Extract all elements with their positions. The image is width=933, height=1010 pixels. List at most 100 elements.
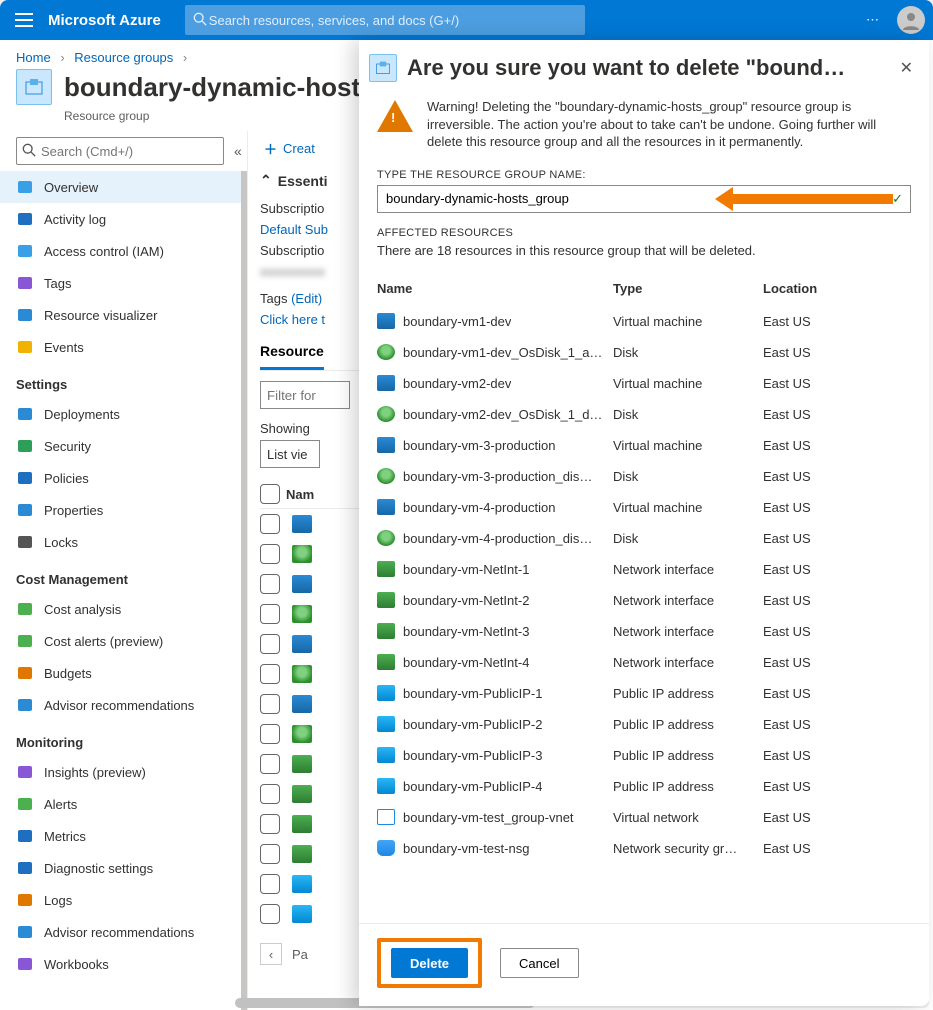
row-checkbox[interactable] — [260, 664, 280, 684]
nav-item-tags[interactable]: Tags — [0, 267, 241, 299]
breadcrumb-rg[interactable]: Resource groups — [74, 50, 173, 65]
row-checkbox[interactable] — [260, 724, 280, 744]
affected-row[interactable]: boundary-vm-PublicIP-2 Public IP address… — [377, 709, 911, 740]
affected-row[interactable]: boundary-vm1-dev Virtual machine East US — [377, 306, 911, 337]
resource-name: boundary-vm-NetInt-3 — [403, 624, 529, 639]
affected-row[interactable]: boundary-vm-PublicIP-3 Public IP address… — [377, 740, 911, 771]
row-checkbox[interactable] — [260, 814, 280, 834]
nav-item-metrics[interactable]: Metrics — [0, 820, 241, 852]
resource-location: East US — [763, 810, 863, 825]
nav-item-cost-alerts-preview-[interactable]: Cost alerts (preview) — [0, 625, 241, 657]
nav-item-diagnostic-settings[interactable]: Diagnostic settings — [0, 852, 241, 884]
column-name[interactable]: Name — [377, 281, 613, 296]
nav-item-properties[interactable]: Properties — [0, 494, 241, 526]
close-icon[interactable]: ✕ — [900, 58, 913, 78]
row-checkbox[interactable] — [260, 634, 280, 654]
net-icon — [377, 654, 395, 670]
breadcrumb-home[interactable]: Home — [16, 50, 51, 65]
tab-resources[interactable]: Resource — [260, 337, 324, 370]
nav-item-advisor-recommendations[interactable]: Advisor recommendations — [0, 916, 241, 948]
row-checkbox[interactable] — [260, 544, 280, 564]
collapse-nav-icon[interactable]: « — [234, 143, 242, 159]
nav-item-locks[interactable]: Locks — [0, 526, 241, 558]
nav-item-workbooks[interactable]: Workbooks — [0, 948, 241, 980]
row-checkbox[interactable] — [260, 574, 280, 594]
nav-item-label: Alerts — [44, 797, 77, 812]
confirm-name-input[interactable] — [377, 185, 911, 213]
nav-item-label: Insights (preview) — [44, 765, 146, 780]
more-icon[interactable]: ⋯ — [866, 12, 881, 28]
resource-name: boundary-vm2-dev — [403, 376, 511, 391]
resource-location: East US — [763, 748, 863, 763]
subscription-link[interactable]: Default Sub — [260, 222, 328, 237]
affected-row[interactable]: boundary-vm-3-production_dis… Disk East … — [377, 461, 911, 492]
affected-row[interactable]: boundary-vm2-dev_OsDisk_1_d… Disk East U… — [377, 399, 911, 430]
avatar[interactable] — [897, 6, 925, 34]
resource-location: East US — [763, 376, 863, 391]
hamburger-icon[interactable] — [8, 13, 40, 27]
resource-type: Virtual machine — [613, 314, 763, 329]
nav-item-alerts[interactable]: Alerts — [0, 788, 241, 820]
nav-item-cost-analysis[interactable]: Cost analysis — [0, 593, 241, 625]
affected-row[interactable]: boundary-vm-4-production_dis… Disk East … — [377, 523, 911, 554]
affected-row[interactable]: boundary-vm2-dev Virtual machine East US — [377, 368, 911, 399]
shield-icon — [16, 438, 34, 454]
nav-item-security[interactable]: Security — [0, 430, 241, 462]
row-checkbox[interactable] — [260, 514, 280, 534]
row-checkbox[interactable] — [260, 604, 280, 624]
nav-item-deployments[interactable]: Deployments — [0, 398, 241, 430]
row-checkbox[interactable] — [260, 904, 280, 924]
resource-name: boundary-vm-PublicIP-1 — [403, 686, 542, 701]
affected-row[interactable]: boundary-vm-NetInt-1 Network interface E… — [377, 554, 911, 585]
nav-item-overview[interactable]: Overview — [0, 171, 241, 203]
row-checkbox[interactable] — [260, 754, 280, 774]
nav-item-insights-preview-[interactable]: Insights (preview) — [0, 756, 241, 788]
affected-row[interactable]: boundary-vm-3-production Virtual machine… — [377, 430, 911, 461]
tags-edit[interactable]: (Edit) — [291, 291, 322, 306]
select-all-checkbox[interactable] — [260, 484, 280, 504]
nav-item-resource-visualizer[interactable]: Resource visualizer — [0, 299, 241, 331]
cancel-button[interactable]: Cancel — [500, 948, 578, 978]
affected-row[interactable]: boundary-vm-NetInt-4 Network interface E… — [377, 647, 911, 678]
affected-row[interactable]: boundary-vm-NetInt-2 Network interface E… — [377, 585, 911, 616]
nav-item-budgets[interactable]: Budgets — [0, 657, 241, 689]
tags-add-link[interactable]: Click here t — [260, 312, 325, 327]
row-checkbox[interactable] — [260, 874, 280, 894]
column-location[interactable]: Location — [763, 281, 863, 296]
resource-location: East US — [763, 624, 863, 639]
delete-button[interactable]: Delete — [391, 948, 468, 978]
nav-item-events[interactable]: Events — [0, 331, 241, 363]
nav-item-label: Advisor recommendations — [44, 925, 194, 940]
nav-item-advisor-recommendations[interactable]: Advisor recommendations — [0, 689, 241, 721]
global-search[interactable] — [185, 5, 585, 35]
nav-item-policies[interactable]: Policies — [0, 462, 241, 494]
affected-row[interactable]: boundary-vm-test_group-vnet Virtual netw… — [377, 802, 911, 833]
affected-row[interactable]: boundary-vm1-dev_OsDisk_1_a… Disk East U… — [377, 337, 911, 368]
resource-filter-input[interactable] — [260, 381, 350, 409]
affected-row[interactable]: boundary-vm-NetInt-3 Network interface E… — [377, 616, 911, 647]
column-name[interactable]: Nam — [286, 487, 314, 502]
global-search-input[interactable] — [207, 12, 577, 29]
row-checkbox[interactable] — [260, 694, 280, 714]
logs-icon — [16, 892, 34, 908]
nav-item-logs[interactable]: Logs — [0, 884, 241, 916]
create-button[interactable]: ＋ Creat — [264, 139, 315, 158]
affected-row[interactable]: boundary-vm-4-production Virtual machine… — [377, 492, 911, 523]
affected-row[interactable]: boundary-vm-PublicIP-1 Public IP address… — [377, 678, 911, 709]
row-checkbox[interactable] — [260, 784, 280, 804]
column-type[interactable]: Type — [613, 281, 763, 296]
nav-item-access-control-iam-[interactable]: Access control (IAM) — [0, 235, 241, 267]
page-title: boundary-dynamic-hosts_g — [64, 72, 405, 103]
annotation-highlight: Delete — [377, 938, 482, 988]
nav-item-activity-log[interactable]: Activity log — [0, 203, 241, 235]
view-mode-select[interactable]: List vie — [260, 440, 320, 468]
nav-search-input[interactable] — [16, 137, 224, 165]
affected-row[interactable]: boundary-vm-test-nsg Network security gr… — [377, 833, 911, 864]
resource-name: boundary-vm1-dev — [403, 314, 511, 329]
resource-name: boundary-vm-3-production — [403, 438, 555, 453]
page-label: Pa — [292, 947, 308, 962]
row-checkbox[interactable] — [260, 844, 280, 864]
prev-page-button[interactable]: ‹ — [260, 943, 282, 965]
affected-row[interactable]: boundary-vm-PublicIP-4 Public IP address… — [377, 771, 911, 802]
resource-type: Disk — [613, 531, 763, 546]
